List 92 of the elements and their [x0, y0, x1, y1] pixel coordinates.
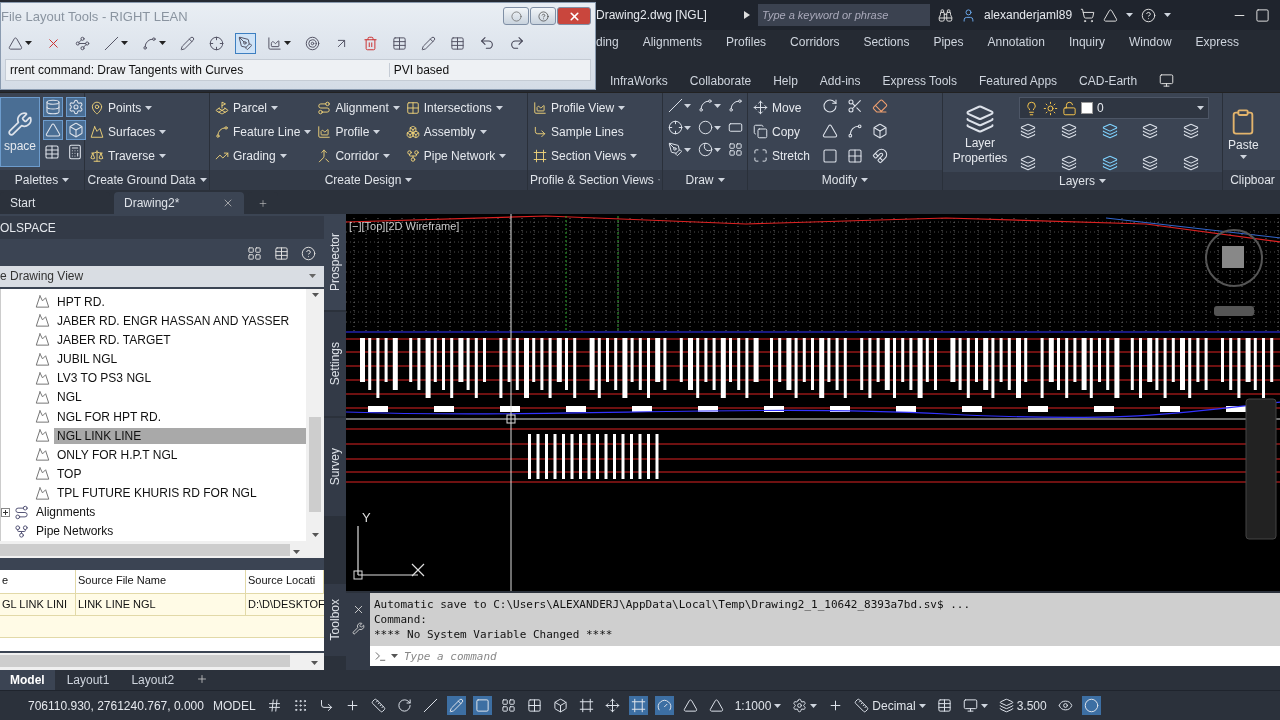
view-dropdown[interactable]: e Drawing View	[0, 265, 324, 287]
panel-title[interactable]: Profile & Section Views	[528, 170, 662, 190]
menu-item[interactable]: Inquiry	[1068, 35, 1105, 49]
menu-item[interactable]: Annotation	[987, 35, 1045, 49]
ribbon-command[interactable]: Points	[89, 97, 168, 118]
layout-tab[interactable]: Layout2	[121, 670, 185, 690]
tree-item[interactable]: ONLY FOR H.P.T NGL	[54, 446, 181, 463]
document-title: Drawing2.dwg [NGL]	[596, 8, 708, 22]
ribbon-command[interactable]: Corridor	[316, 145, 401, 166]
side-tab[interactable]: Survey	[324, 418, 346, 516]
side-tab[interactable]: Toolbox	[324, 584, 346, 656]
ribbon-command[interactable]: Parcel	[214, 97, 313, 118]
ribbon-command[interactable]: Assembly	[404, 121, 508, 142]
tree-item[interactable]: Alignments	[33, 504, 99, 521]
ribbon-tab[interactable]: Add-ins	[819, 74, 861, 88]
viewport-label[interactable]: [−][Top][2D Wireframe]	[349, 220, 460, 232]
drawing-viewport[interactable]: [−][Top][2D Wireframe] Y	[346, 214, 1280, 591]
ribbon-tab[interactable]: CAD-Earth	[1079, 74, 1138, 88]
ribbon-command[interactable]: Grading	[214, 145, 313, 166]
ribbon-command[interactable]: Copy	[752, 121, 811, 142]
tree-item[interactable]: Pipe Networks	[33, 523, 117, 540]
ribbon-command[interactable]: Traverse	[89, 145, 168, 166]
ribbon-tab[interactable]: Featured Apps	[979, 74, 1058, 88]
toolspace-title: OLSPACE	[0, 220, 56, 235]
menu-item[interactable]: ding	[596, 35, 619, 49]
search-field[interactable]: Type a keyword or phrase	[758, 4, 930, 26]
ribbon-command[interactable]: Stretch	[752, 145, 811, 166]
ribbon-tab[interactable]: InfraWorks	[610, 74, 668, 88]
ribbon-command[interactable]: Profile View	[532, 97, 639, 118]
ribbon-command[interactable]: Surfaces	[89, 121, 168, 142]
history-line: Command:	[374, 612, 428, 627]
ribbon-command[interactable]: Move	[752, 97, 811, 118]
side-tab[interactable]: Prospector	[324, 214, 346, 310]
paste-button[interactable]: Paste	[1225, 97, 1262, 170]
panel-title[interactable]: Create Design	[210, 170, 527, 190]
menu-item[interactable]: Window	[1128, 35, 1172, 49]
tree-item[interactable]: NGL FOR HPT RD.	[54, 408, 164, 425]
ribbon-command[interactable]: Profile	[316, 121, 401, 142]
current-command: rrent command: Draw Tangents with Curves	[9, 63, 245, 77]
axis-label: Y	[362, 510, 371, 525]
panel-title[interactable]: Clipboar	[1223, 170, 1280, 190]
table-cell: GL LINK LINI	[0, 594, 76, 616]
column-header: e	[0, 570, 76, 594]
model-space-toggle[interactable]: MODEL	[210, 696, 258, 715]
user-name[interactable]: alexanderjaml89	[984, 8, 1073, 22]
layer-name: 0	[1097, 101, 1105, 115]
toolspace-button[interactable]: space	[0, 97, 41, 167]
document-tab[interactable]: Drawing2*	[114, 192, 244, 214]
layer-dropdown[interactable]: 0	[1019, 97, 1209, 119]
tree-item[interactable]: NGL	[54, 389, 85, 406]
panel-title[interactable]: Create Ground Data	[85, 170, 209, 190]
scale-dropdown[interactable]: 1:1000	[732, 696, 784, 715]
panel-title[interactable]: Draw	[663, 170, 747, 190]
menu-item[interactable]: Express	[1195, 35, 1239, 49]
menu-item[interactable]: Alignments	[642, 35, 703, 49]
menu-item[interactable]: Profiles	[726, 35, 767, 49]
tree-item[interactable]: LV3 TO PS3 NGL	[54, 370, 155, 387]
panel-title[interactable]: Modify	[748, 170, 942, 190]
tree-item[interactable]: TOP	[54, 466, 85, 482]
ribbon-tab[interactable]: Collaborate	[689, 74, 752, 88]
table-cell: LINK LINE NGL	[76, 594, 246, 616]
tree-item[interactable]: JUBIL NGL	[54, 351, 121, 368]
ribbon-tab[interactable]: Help	[773, 74, 798, 88]
menu-item[interactable]: Sections	[863, 35, 910, 49]
layer-properties-button[interactable]: Layer Properties	[947, 97, 1013, 172]
ribbon-command[interactable]: Alignment	[316, 97, 401, 118]
tree-item[interactable]: JABER RD. ENGR HASSAN AND YASSER	[54, 312, 293, 329]
units-dropdown[interactable]: Decimal	[852, 696, 928, 715]
ribbon-command[interactable]: Pipe Network	[404, 145, 508, 166]
layout-tab[interactable]: Model	[0, 670, 55, 690]
ribbon-command[interactable]: Intersections	[404, 97, 508, 118]
ribbon-command[interactable]: Section Views	[532, 145, 639, 166]
ribbon-tab[interactable]: Express Tools	[882, 74, 958, 88]
ribbon-command[interactable]: Feature Line	[214, 121, 313, 142]
mode-field: PVI based	[388, 63, 590, 77]
panel-title[interactable]: Layers	[943, 172, 1222, 190]
panel-title[interactable]: Palettes	[0, 170, 84, 190]
layout-tab[interactable]: Layout1	[56, 670, 120, 690]
dialog-title: File Layout Tools - RIGHT LEAN	[1, 8, 189, 24]
tree-item[interactable]: HPT RD.	[54, 293, 108, 310]
history-line: Automatic save to C:\Users\ALEXANDERJ\AppData\Local\Temp\Drawing2_1_10642_8393a7bd.sv$ ...	[374, 597, 972, 612]
menu-item[interactable]: Pipes	[933, 35, 964, 49]
tree-item[interactable]: JABER RD. TARGET	[54, 331, 174, 348]
annotation-scale-button[interactable]: 3.500	[996, 696, 1049, 715]
side-tab[interactable]: Settings	[324, 312, 346, 416]
ribbon-command[interactable]: Sample Lines	[532, 121, 639, 142]
coordinates: 706110.930, 2761240.767, 0.000	[28, 698, 204, 713]
history-line: **** No System Variable Changed ****	[374, 627, 614, 642]
tree-item[interactable]: TPL FUTURE KHURIS RD FOR NGL	[54, 485, 260, 502]
column-header: Source File Name	[76, 570, 246, 594]
menu-item[interactable]: Corridors	[790, 35, 840, 49]
tree-item[interactable]: NGL LINK LINE	[54, 427, 306, 444]
